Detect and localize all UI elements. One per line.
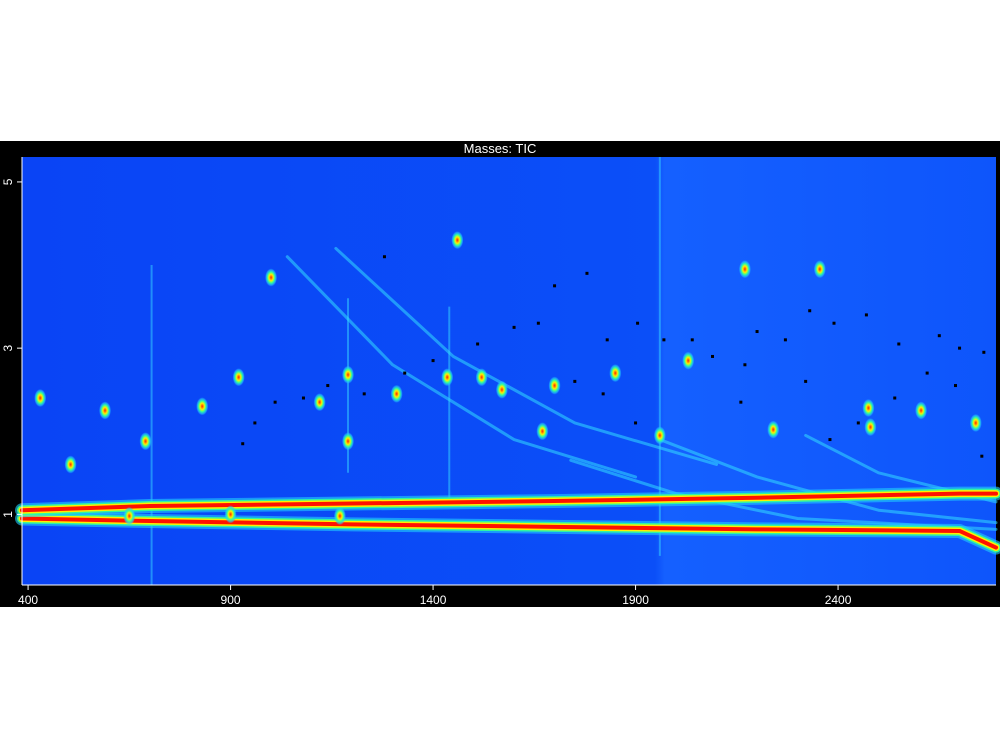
peak-14	[682, 351, 695, 370]
marker-6	[690, 338, 694, 342]
marker-29	[804, 379, 808, 383]
marker-15	[982, 350, 986, 354]
peak-1	[265, 268, 278, 287]
marker-14	[958, 346, 962, 350]
marker-5	[662, 338, 666, 342]
peak-7	[536, 422, 549, 441]
marker-31	[856, 421, 860, 425]
marker-33	[925, 371, 929, 375]
x-tick-label-4: 2400	[825, 593, 852, 607]
peak-28	[915, 401, 928, 420]
heatmap-chart: 400 900 1400 1900 2400 1 3 5	[1, 157, 1000, 607]
plot-area	[15, 157, 1000, 585]
peak-0	[139, 432, 152, 451]
peak-23	[64, 455, 77, 474]
marker-11	[864, 313, 868, 317]
peak-25	[123, 507, 136, 526]
peak-19	[313, 393, 326, 412]
peak-27	[333, 507, 346, 526]
marker-22	[326, 384, 330, 388]
peak-16	[548, 376, 561, 395]
marker-12	[897, 342, 901, 346]
marker-3	[605, 338, 609, 342]
peak-9	[813, 260, 826, 279]
marker-4	[636, 321, 640, 325]
x-tick-label-3: 1900	[622, 593, 649, 607]
marker-27	[711, 354, 715, 358]
marker-38	[601, 392, 605, 396]
peak-24	[34, 389, 47, 408]
marker-0	[382, 255, 386, 259]
peak-2	[342, 365, 355, 384]
x-tick-label-1: 900	[221, 593, 241, 607]
marker-16	[512, 325, 516, 329]
peak-10	[862, 398, 875, 417]
marker-19	[431, 359, 435, 363]
peak-20	[232, 368, 245, 387]
marker-21	[403, 371, 407, 375]
marker-20	[362, 392, 366, 396]
peak-21	[196, 397, 209, 416]
peak-18	[390, 384, 403, 403]
marker-36	[739, 400, 743, 404]
x-tick-label-0: 400	[18, 593, 38, 607]
marker-26	[253, 421, 257, 425]
peak-15	[609, 364, 622, 383]
marker-17	[536, 321, 540, 325]
y-tick-label-0: 1	[1, 511, 15, 518]
y-tick-label-1: 3	[1, 344, 15, 351]
peak-17	[475, 368, 488, 387]
marker-24	[273, 400, 277, 404]
y-tick-label-2: 5	[1, 178, 15, 185]
marker-28	[743, 363, 747, 367]
marker-13	[937, 334, 941, 338]
peak-12	[653, 426, 666, 445]
marker-1	[553, 284, 557, 288]
marker-18	[476, 342, 480, 346]
marker-37	[573, 379, 577, 383]
marker-9	[808, 309, 812, 313]
peak-5	[451, 231, 464, 250]
peak-22	[99, 401, 112, 420]
chart-frame: Masses: TIC 400 900 1400 1900 2400 1 3 5	[0, 141, 1000, 607]
peak-26	[224, 505, 237, 524]
marker-2	[585, 271, 589, 275]
marker-34	[954, 384, 958, 388]
marker-39	[634, 421, 638, 425]
peak-6	[495, 380, 508, 399]
marker-23	[301, 396, 305, 400]
marker-32	[893, 396, 897, 400]
peak-29	[969, 413, 982, 432]
peak-4	[441, 368, 454, 387]
marker-8	[783, 338, 787, 342]
peak-3	[342, 432, 355, 451]
marker-30	[828, 438, 832, 442]
peak-13	[767, 420, 780, 439]
peak-11	[864, 418, 877, 437]
x-tick-label-2: 1400	[420, 593, 447, 607]
marker-7	[755, 330, 759, 334]
marker-25	[241, 442, 245, 446]
marker-10	[832, 321, 836, 325]
peak-8	[738, 260, 751, 279]
marker-35	[980, 454, 984, 458]
